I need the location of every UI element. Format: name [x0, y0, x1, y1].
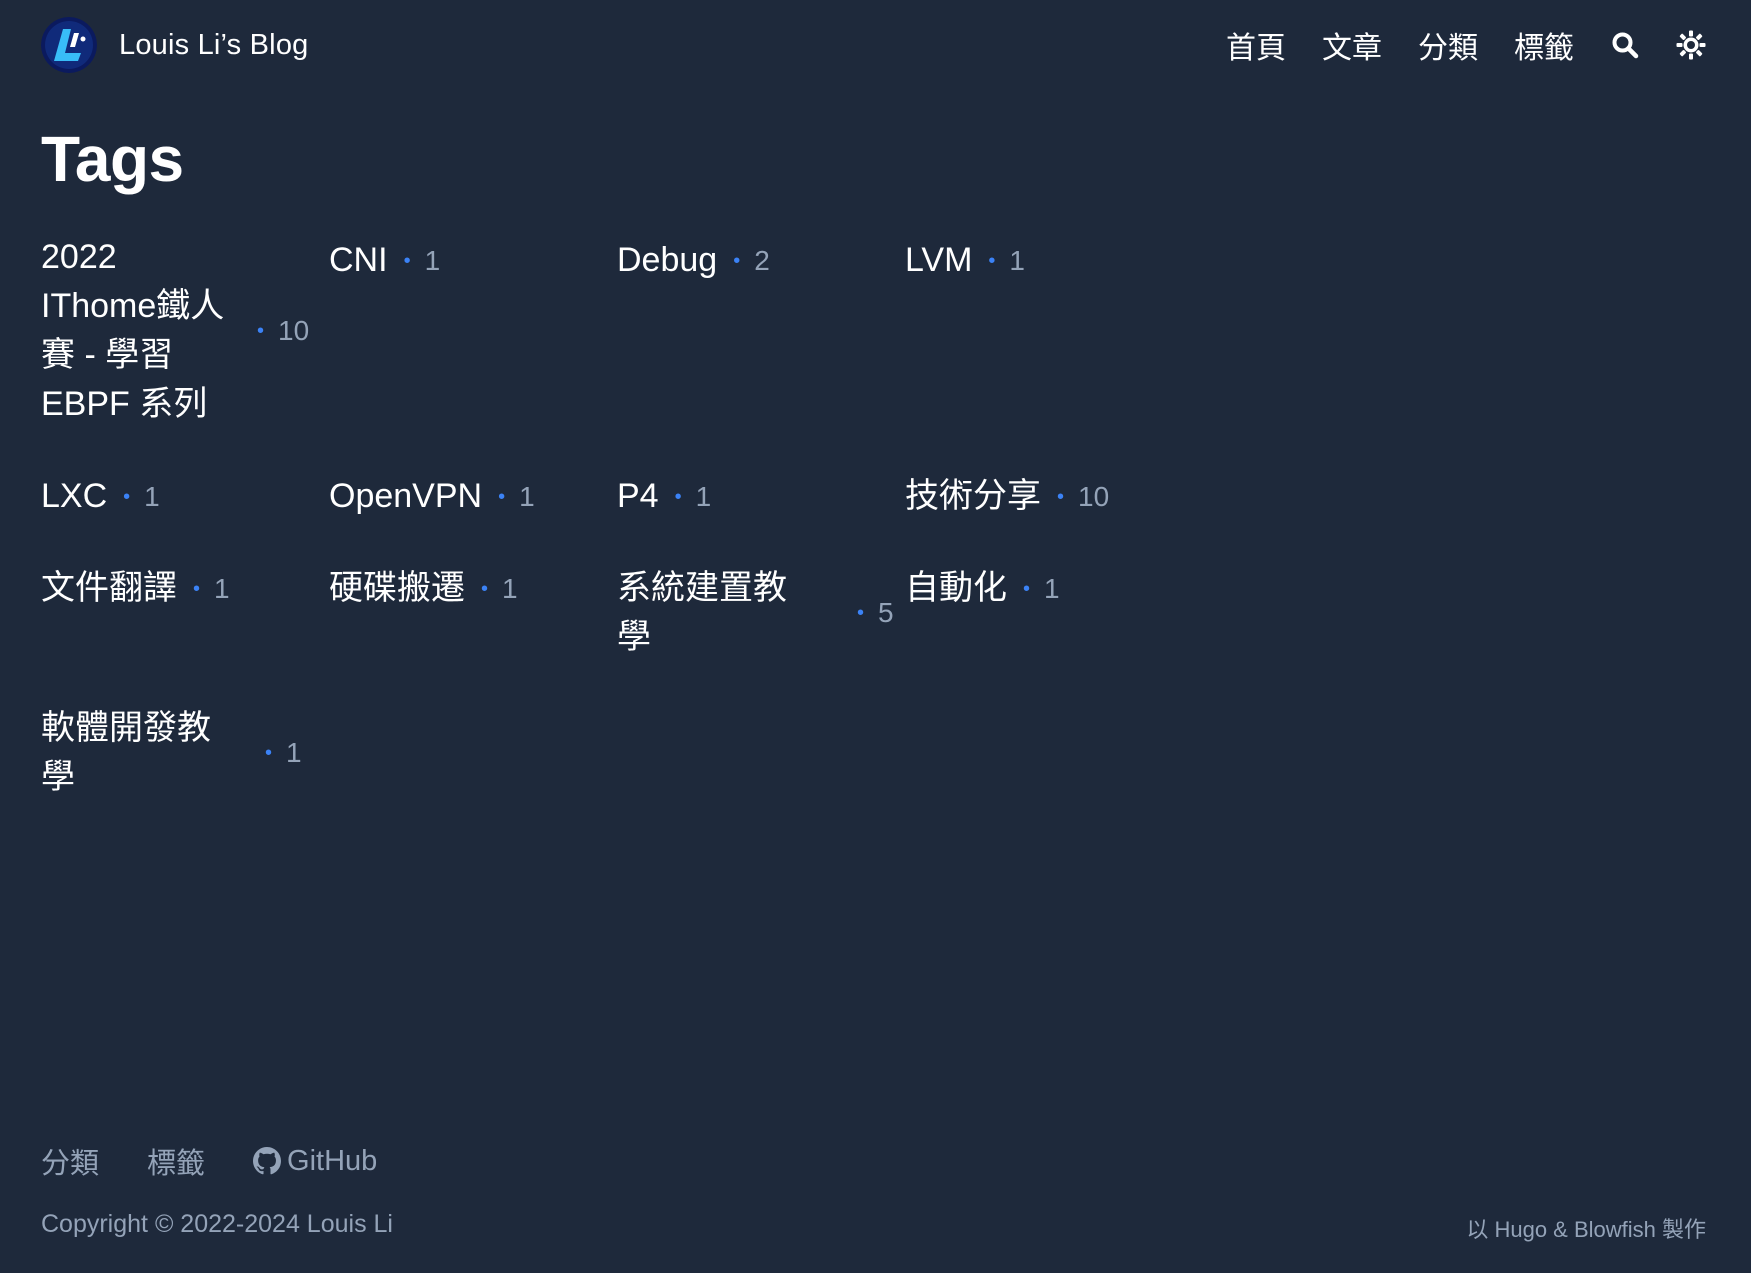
site-logo[interactable]	[41, 17, 97, 73]
footer-link-tags[interactable]: 標籤	[147, 1140, 205, 1182]
tag-name: 系統建置教學	[617, 569, 787, 656]
tag-name: P4	[617, 477, 659, 515]
tag-count: 5	[878, 597, 894, 628]
tag-item: Debug • 2	[617, 236, 905, 285]
tag-item: 技術分享 • 10	[905, 472, 1193, 521]
site-title[interactable]: Louis Li’s Blog	[119, 29, 308, 62]
tag-name: Debug	[617, 241, 718, 279]
tag-count: 1	[502, 572, 518, 604]
tag-item: CNI • 1	[329, 236, 617, 285]
nav-home[interactable]: 首頁	[1226, 23, 1286, 67]
dot-separator: •	[1057, 485, 1065, 508]
nav-tags[interactable]: 標籤	[1514, 23, 1574, 67]
tag-item: P4 • 1	[617, 472, 905, 521]
tag-link[interactable]: 硬碟搬遷 • 1	[329, 564, 518, 613]
tag-link[interactable]: 技術分享 • 10	[905, 472, 1109, 521]
brand[interactable]: Louis Li’s Blog	[41, 17, 308, 73]
tag-count: 1	[144, 480, 160, 512]
tag-count: 1	[695, 480, 712, 512]
tag-count: 1	[519, 480, 535, 512]
dot-separator: •	[857, 602, 865, 624]
tag-item: OpenVPN • 1	[329, 472, 617, 521]
tag-link[interactable]: 自動化 • 1	[905, 564, 1060, 613]
footer-link-categories[interactable]: 分類	[41, 1140, 99, 1182]
footer-link-label: 分類	[41, 1148, 100, 1180]
tag-name: OpenVPN	[329, 477, 483, 515]
dot-separator: •	[257, 320, 265, 342]
tag-link[interactable]: 2022 IThome鐵人賽 - 學習 EBPF 系列 • 10	[41, 233, 309, 429]
tag-item: 2022 IThome鐵人賽 - 學習 EBPF 系列 • 10	[41, 236, 329, 426]
tag-count: 1	[424, 244, 441, 276]
tag-item: 硬碟搬遷 • 1	[329, 564, 617, 613]
tag-item: LVM • 1	[905, 236, 1193, 285]
tag-name: 2022 IThome鐵人賽 - 學習 EBPF 系列	[41, 238, 225, 423]
tag-count: 2	[754, 244, 770, 276]
nav-categories[interactable]: 分類	[1418, 23, 1478, 67]
page-title: Tags	[41, 123, 184, 195]
tag-name: 軟體開發教學	[41, 709, 211, 796]
tag-link[interactable]: CNI • 1	[329, 236, 440, 285]
dot-separator: •	[498, 485, 506, 508]
tag-link[interactable]: LXC • 1	[41, 472, 160, 521]
tag-item: 文件翻譯 • 1	[41, 564, 329, 613]
tag-link[interactable]: Debug • 2	[617, 236, 770, 285]
tag-list: 2022 IThome鐵人賽 - 學習 EBPF 系列 • 10 CNI • 1…	[41, 236, 1193, 814]
tag-item: 軟體開發教學 • 1	[41, 704, 329, 802]
tag-link[interactable]: OpenVPN • 1	[329, 472, 535, 521]
dot-separator: •	[733, 249, 741, 272]
tag-item: 系統建置教學 • 5	[617, 564, 905, 662]
tag-link[interactable]: P4 • 1	[617, 472, 711, 521]
dot-separator: •	[1023, 577, 1031, 600]
tag-name: 文件翻譯	[41, 569, 177, 607]
tag-name: 硬碟搬遷	[329, 569, 465, 607]
tag-count: 1	[1044, 572, 1060, 604]
tag-count: 1	[1009, 244, 1025, 276]
nav-posts[interactable]: 文章	[1322, 23, 1382, 67]
footer-nav: 分類 標籤 GitHub	[41, 1140, 377, 1182]
site-header: Louis Li’s Blog 首頁 文章 分類 標籤	[41, 16, 1706, 74]
tag-count: 1	[214, 572, 230, 604]
main-nav: 首頁 文章 分類 標籤	[1226, 23, 1706, 67]
tag-item: LXC • 1	[41, 472, 329, 521]
dot-separator: •	[123, 485, 131, 508]
dot-separator: •	[481, 577, 489, 600]
footer-link-label: 標籤	[147, 1148, 206, 1180]
tag-item: 自動化 • 1	[905, 564, 1193, 613]
footer-link-label: GitHub	[287, 1144, 378, 1177]
tag-name: 技術分享	[905, 477, 1041, 515]
dot-separator: •	[193, 577, 201, 600]
powered-by[interactable]: 以 Hugo & Blowfish 製作	[1466, 1212, 1706, 1244]
tag-count: 10	[1078, 480, 1110, 512]
tag-count: 10	[278, 315, 310, 346]
tag-name: 自動化	[905, 569, 1007, 607]
tag-name: LXC	[41, 477, 108, 515]
tag-count: 1	[286, 737, 302, 768]
tag-link[interactable]: 系統建置教學 • 5	[617, 564, 894, 662]
copyright: Copyright © 2022-2024 Louis Li	[41, 1210, 393, 1238]
github-icon	[253, 1147, 282, 1175]
tag-name: CNI	[329, 241, 388, 279]
dot-separator: •	[265, 742, 273, 764]
sun-icon[interactable]	[1676, 30, 1706, 60]
footer-link-github[interactable]: GitHub	[253, 1145, 377, 1178]
dot-separator: •	[674, 485, 682, 508]
tag-name: LVM	[905, 241, 973, 279]
tag-link[interactable]: 文件翻譯 • 1	[41, 564, 230, 613]
search-icon[interactable]	[1610, 30, 1640, 60]
dot-separator: •	[403, 249, 411, 272]
tag-link[interactable]: LVM • 1	[905, 236, 1025, 285]
dot-separator: •	[988, 249, 996, 272]
tag-link[interactable]: 軟體開發教學 • 1	[41, 704, 302, 802]
